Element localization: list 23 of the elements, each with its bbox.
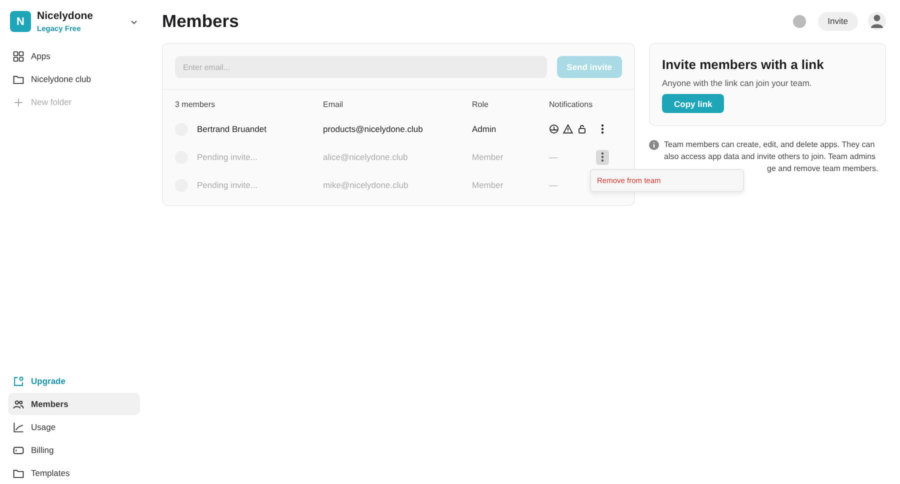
member-name: Bertrand Bruandet — [197, 124, 266, 134]
card-text: Anyone with the link can join your team. — [662, 78, 813, 88]
member-role: Admin — [472, 124, 496, 134]
notifications-value: — — [549, 152, 558, 162]
notifications-value: — — [549, 180, 558, 190]
workspace-name: Nicelydone — [37, 10, 94, 22]
member-name: Pending invite... — [197, 152, 258, 162]
member-email: products@nicelydone.club — [323, 124, 423, 134]
info-text: also access app data and invite others to join. Team admins — [664, 151, 877, 163]
workspace-logo: N — [10, 11, 31, 32]
column-header: Notifications — [549, 99, 594, 111]
member-email: mike@nicelydone.club — [323, 180, 408, 190]
column-header: Email — [323, 99, 344, 111]
member-name: Pending invite... — [197, 180, 258, 190]
column-header: 3 members — [175, 99, 216, 111]
member-role: Member — [472, 180, 504, 190]
page-title: Members — [162, 10, 239, 32]
info-text: ge and remove team members. — [766, 163, 878, 175]
member-role: Member — [472, 152, 504, 162]
info-text: Team members can create, edit, and delete apps. They can — [664, 139, 876, 151]
member-email: alice@nicelydone.club — [323, 152, 408, 162]
card-title: Invite members with a link — [662, 57, 825, 72]
column-header: Role — [472, 99, 490, 111]
